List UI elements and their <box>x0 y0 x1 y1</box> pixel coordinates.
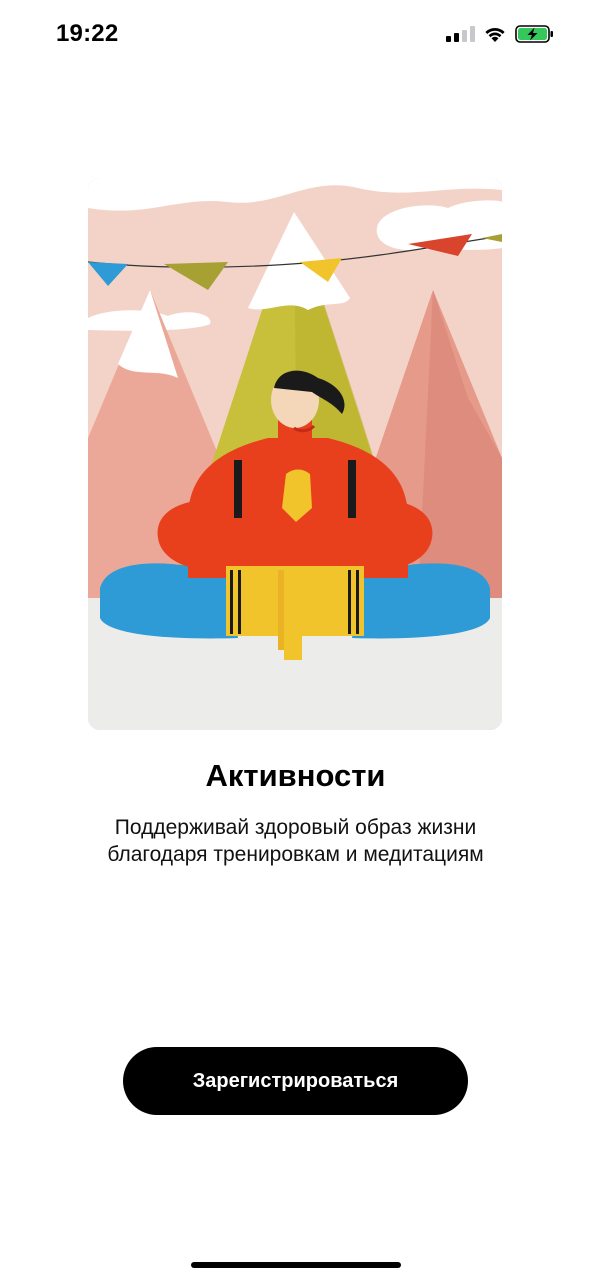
illustration-artwork <box>88 178 502 730</box>
page-title: Активности <box>205 758 386 793</box>
page-subtitle: Поддерживай здоровый образ жизни благода… <box>40 814 551 868</box>
status-icons <box>446 24 555 44</box>
cellular-signal-icon <box>446 26 475 42</box>
status-time: 19:22 <box>56 20 119 47</box>
person-meditating-mountains-illustration <box>88 178 502 730</box>
subtitle-line-1: Поддерживай здоровый образ жизни <box>114 816 477 839</box>
wifi-icon <box>485 27 505 42</box>
subtitle-line-2: благодаря тренировкам и медитациям <box>107 843 484 866</box>
battery-charging-icon <box>515 25 553 43</box>
home-indicator[interactable] <box>191 1262 401 1268</box>
register-button[interactable]: Зарегистрироваться <box>123 1047 468 1115</box>
onboarding-screen: 19:22 Активности Поддерживай здоровый об… <box>0 0 591 1280</box>
status-bar: 19:22 <box>0 0 591 66</box>
